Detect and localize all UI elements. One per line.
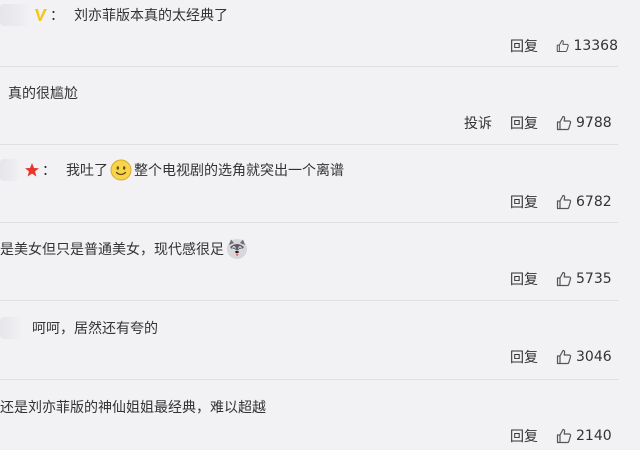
like-count: 5735 — [576, 271, 612, 287]
username-blurred[interactable] — [0, 317, 22, 339]
husky-emoji-icon — [226, 238, 248, 260]
like-button[interactable]: 5735 — [556, 271, 618, 287]
reply-button[interactable]: 回复 — [510, 113, 538, 133]
username-blurred[interactable] — [0, 159, 20, 181]
like-button[interactable]: 2140 — [556, 428, 618, 444]
comment-actions: 回复 2140 — [510, 424, 618, 448]
comment-text: 呵呵，居然还有夸的 — [32, 321, 158, 337]
comment-list: ： 刘亦菲版本真的太经典了 回复 13368 真的很尴尬 投诉 回复 9788 … — [0, 0, 640, 450]
thumbs-up-icon — [556, 271, 572, 287]
like-button[interactable]: 13368 — [556, 38, 618, 54]
comment-text-line: 是美女但只是普通美女，现代感很足 — [0, 237, 250, 261]
thumbs-up-icon — [556, 40, 569, 52]
reply-button[interactable]: 回复 — [510, 269, 538, 289]
like-count: 2140 — [576, 428, 612, 444]
comment-actions: 回复 13368 — [510, 34, 618, 58]
comment-item: ： 刘亦菲版本真的太经典了 回复 13368 — [0, 0, 618, 67]
reply-button[interactable]: 回复 — [510, 347, 538, 367]
comment-item: ： 我吐了 整个电视剧的选角就突出一个离谱 回复 6782 — [0, 145, 618, 223]
comment-actions: 投诉 回复 9788 — [464, 111, 618, 135]
comment-item: 呵呵，居然还有夸的 回复 3046 — [0, 301, 618, 380]
report-button[interactable]: 投诉 — [464, 113, 492, 133]
comment-text-line: 呵呵，居然还有夸的 — [0, 316, 158, 340]
like-count: 13368 — [573, 38, 618, 54]
thumbs-up-icon — [556, 194, 572, 210]
comment-actions: 回复 6782 — [510, 190, 618, 214]
comment-text: 我吐了 — [66, 163, 108, 179]
smile-emoji-icon — [110, 159, 132, 181]
comment-text: 刘亦菲版本真的太经典了 — [74, 8, 228, 24]
thumbs-up-icon — [556, 115, 572, 131]
colon: ： — [42, 163, 56, 179]
thumbs-up-icon — [556, 428, 572, 444]
comment-item: 还是刘亦菲版的神仙姐姐最经典，难以超越 回复 2140 — [0, 380, 618, 450]
comment-text-line: ： 刘亦菲版本真的太经典了 — [0, 3, 228, 27]
thumbs-up-icon — [556, 349, 572, 365]
username-blurred[interactable] — [0, 4, 30, 26]
reply-button[interactable]: 回复 — [510, 192, 538, 212]
red-star-icon — [24, 162, 40, 178]
comment-text-line: 真的很尴尬 — [8, 81, 78, 105]
like-button[interactable]: 6782 — [556, 194, 618, 210]
reply-button[interactable]: 回复 — [510, 36, 538, 56]
comment-text: 整个电视剧的选角就突出一个离谱 — [134, 163, 344, 179]
comment-actions: 回复 5735 — [510, 267, 618, 291]
like-count: 3046 — [576, 349, 612, 365]
comment-text: 是美女但只是普通美女，现代感很足 — [0, 242, 224, 258]
like-count: 9788 — [576, 115, 612, 131]
colon: ： — [50, 8, 64, 24]
comment-text-line: ： 我吐了 整个电视剧的选角就突出一个离谱 — [0, 158, 344, 182]
comment-text-line: 还是刘亦菲版的神仙姐姐最经典，难以超越 — [0, 395, 266, 419]
reply-button[interactable]: 回复 — [510, 426, 538, 446]
comment-actions: 回复 3046 — [510, 345, 618, 369]
vip-v-icon — [34, 7, 48, 23]
like-button[interactable]: 9788 — [556, 115, 618, 131]
comment-item: 是美女但只是普通美女，现代感很足 回复 5735 — [0, 223, 618, 301]
like-count: 6782 — [576, 194, 612, 210]
comment-text: 真的很尴尬 — [8, 86, 78, 102]
like-button[interactable]: 3046 — [556, 349, 618, 365]
comment-item: 真的很尴尬 投诉 回复 9788 — [0, 67, 618, 145]
comment-text: 还是刘亦菲版的神仙姐姐最经典，难以超越 — [0, 400, 266, 416]
